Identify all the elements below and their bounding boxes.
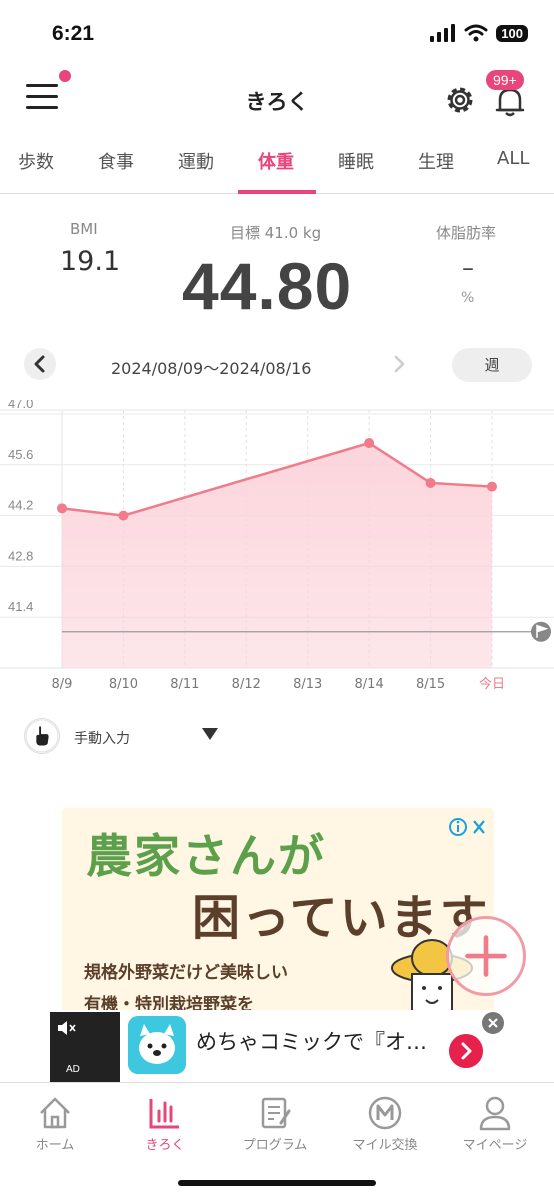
home-indicator: [178, 1180, 376, 1186]
add-record-button[interactable]: [446, 916, 526, 996]
nav-record-label: きろく: [145, 1138, 185, 1153]
date-range: 2024/08/09～2024/08/16: [111, 359, 312, 378]
nav-mypage[interactable]: マイページ: [440, 1083, 550, 1163]
banner-text: めちゃコミックで『オ…: [196, 1030, 427, 1054]
goal-weight-label: 目標 41.0 kg: [230, 224, 322, 242]
nav-program[interactable]: プログラム: [220, 1083, 330, 1163]
x-tick-label: 8/9: [52, 677, 73, 692]
status-bar: 6:21 100: [0, 0, 554, 62]
data-point: [364, 438, 375, 449]
dog-app-icon: [128, 1016, 186, 1074]
nav-mile-label: マイル交換: [352, 1138, 418, 1153]
nav-home-label: ホーム: [35, 1138, 75, 1153]
weight-summary: BMI 19.1 目標 41.0 kg 44.80 体脂肪率 – %: [0, 196, 554, 336]
app-header: きろく: [0, 66, 554, 130]
home-icon: [40, 1097, 70, 1129]
y-tick-label: 41.4: [8, 599, 33, 614]
notification-badge: 99+: [486, 70, 524, 90]
person-icon: [479, 1096, 511, 1131]
dropdown-caret-icon: [202, 728, 218, 740]
data-point: [118, 510, 129, 521]
body-fat-value: –: [462, 254, 474, 282]
nav-mypage-label: マイページ: [462, 1138, 528, 1153]
tab-sleep[interactable]: 睡眠: [338, 148, 374, 174]
tab-meal[interactable]: 食事: [98, 148, 134, 174]
x-tick-label: 8/12: [232, 677, 261, 692]
tab-weight[interactable]: 体重: [258, 148, 294, 174]
advertisement[interactable]: 農家さんが 困っています 規格外野菜だけど美味しい 有機・特別栽培野菜を: [62, 808, 494, 1018]
ad-title-line1: 農家さんが: [86, 829, 326, 883]
x-tick-label: 今日: [479, 676, 505, 692]
y-tick-label: 47.0: [8, 400, 33, 411]
tab-steps[interactable]: 歩数: [18, 148, 54, 174]
nav-home[interactable]: ホーム: [0, 1083, 110, 1163]
current-weight-value: 44.80: [182, 249, 353, 323]
gear-icon[interactable]: [442, 82, 478, 118]
manual-input-selector[interactable]: 手動入力: [22, 716, 242, 756]
tab-period[interactable]: 生理: [418, 148, 454, 174]
data-point: [425, 477, 436, 488]
tab-all[interactable]: ALL: [497, 148, 529, 169]
weight-chart: 47.0 45.6 44.2 42.8 41.4 8/9 8/10 8/11 8/12 8/13 8…: [0, 400, 554, 700]
signal-icon: [430, 24, 456, 42]
nav-program-label: プログラム: [242, 1138, 308, 1153]
ad-subtitle-line1: 規格外野菜だけど美味しい: [84, 963, 288, 983]
x-tick-label: 8/13: [293, 677, 322, 692]
chevron-left-icon[interactable]: [24, 348, 56, 380]
body-fat-unit: %: [461, 290, 475, 306]
chevron-right-icon[interactable]: [386, 350, 414, 378]
banner-ad-label: AD: [66, 1064, 80, 1075]
period-selector-button[interactable]: 週: [452, 348, 532, 382]
chevron-right-circle-icon[interactable]: [449, 1034, 483, 1068]
bmi-value: 19.1: [60, 246, 121, 277]
y-tick-label: 42.8: [8, 548, 33, 563]
banner-ad[interactable]: AD めちゃコミックで『オ…: [0, 1010, 554, 1082]
nav-record[interactable]: きろく: [110, 1083, 220, 1163]
x-tick-label: 8/10: [109, 677, 138, 692]
status-time: 6:21: [52, 22, 95, 45]
mile-icon: [368, 1096, 402, 1130]
status-icons: 100: [430, 24, 528, 42]
x-tick-label: 8/15: [416, 677, 445, 692]
y-tick-label: 45.6: [8, 447, 33, 462]
banner-thumbnail: [50, 1012, 120, 1082]
weight-chart-svg: 47.0 45.6 44.2 42.8 41.4 8/9 8/10 8/11 8/12 8/13 8…: [0, 400, 554, 692]
body-fat-label: 体脂肪率: [436, 224, 497, 242]
chart-icon: [149, 1099, 179, 1129]
category-tabs: 歩数 食事 運動 体重 睡眠 生理 ALL: [0, 136, 554, 194]
tab-exercise[interactable]: 運動: [178, 148, 214, 174]
menu-notification-dot: [59, 70, 71, 82]
hand-pointer-icon: [24, 718, 60, 754]
date-navigation: 2024/08/09～2024/08/16 週: [0, 342, 554, 390]
goal-flag-icon: [531, 621, 551, 642]
y-tick-label: 44.2: [8, 498, 33, 513]
manual-input-label: 手動入力: [74, 731, 130, 747]
x-tick-label: 8/14: [355, 677, 384, 692]
nav-mile[interactable]: マイル交換: [330, 1083, 440, 1163]
data-point: [487, 481, 497, 492]
mute-icon[interactable]: [56, 1020, 76, 1036]
wifi-icon: [464, 24, 488, 42]
battery-icon: 100: [496, 24, 528, 42]
close-icon: [488, 1018, 498, 1028]
bmi-label: BMI: [70, 220, 98, 238]
data-point: [57, 503, 67, 514]
close-ad-button[interactable]: [482, 1012, 504, 1034]
active-tab-indicator: [238, 190, 316, 194]
ad-info-icon[interactable]: [448, 816, 488, 838]
x-tick-label: 8/11: [170, 677, 199, 692]
program-icon: [261, 1097, 291, 1129]
